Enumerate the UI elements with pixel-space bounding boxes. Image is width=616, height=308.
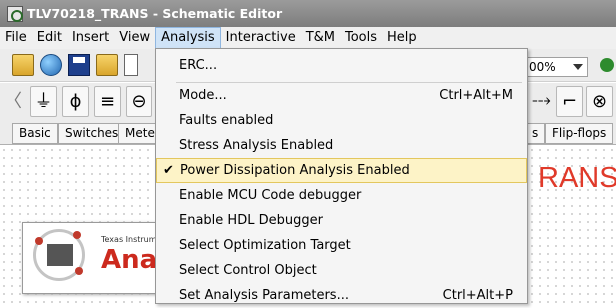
menu-item-erc[interactable]: ERC... — [156, 53, 527, 78]
save-icon[interactable] — [68, 54, 90, 76]
menu-item-hdl-debugger[interactable]: Enable HDL Debugger — [156, 208, 527, 233]
menu-tools[interactable]: Tools — [340, 27, 382, 49]
menu-item-optimization-target[interactable]: Select Optimization Target — [156, 233, 527, 258]
tab-switches[interactable]: Switches — [58, 123, 126, 144]
menu-item-label: Faults enabled — [179, 113, 274, 128]
tab-partial[interactable]: s — [525, 123, 546, 144]
zoom-value: 00% — [529, 60, 556, 74]
tab-basic[interactable]: Basic — [12, 123, 58, 144]
menu-item-faults[interactable]: Faults enabled — [156, 108, 527, 133]
ground-icon[interactable]: ⏚ — [30, 86, 57, 117]
menu-tm[interactable]: T&M — [301, 27, 340, 49]
open-folder-icon[interactable] — [12, 54, 34, 76]
menu-item-power-dissipation[interactable]: ✔ Power Dissipation Analysis Enabled — [156, 158, 527, 183]
menu-item-label: Power Dissipation Analysis Enabled — [180, 163, 410, 178]
menu-item-label: Select Optimization Target — [179, 238, 351, 253]
menu-help[interactable]: Help — [382, 27, 422, 49]
menu-bar: File Edit Insert View Analysis Interacti… — [0, 27, 616, 49]
analysis-menu: ERC... Mode... Ctrl+Alt+M Faults enabled… — [155, 48, 528, 304]
menu-view[interactable]: View — [114, 27, 155, 49]
menu-edit[interactable]: Edit — [32, 27, 67, 49]
tab-flip-flops[interactable]: Flip-flops — [545, 123, 614, 144]
source-icon[interactable]: ⊖ — [126, 86, 152, 117]
new-page-icon[interactable] — [124, 54, 138, 76]
menu-item-label: Enable HDL Debugger — [179, 213, 323, 228]
shortcut-label: Ctrl+Alt+P — [442, 288, 513, 303]
ti-analog-logo: Texas Instrum Anal — [22, 222, 170, 294]
menu-item-control-object[interactable]: Select Control Object — [156, 258, 527, 283]
window-title: TLV70218_TRANS - Schematic Editor — [27, 6, 283, 21]
open-project-icon[interactable] — [96, 54, 118, 76]
logo-company-text: Texas Instrum — [101, 235, 157, 244]
logo-dot — [73, 231, 81, 239]
menu-item-label: Set Analysis Parameters... — [179, 288, 349, 303]
current-source-icon[interactable]: ϕ — [62, 86, 89, 117]
menu-item-stress[interactable]: Stress Analysis Enabled — [156, 133, 527, 158]
simulation-icon[interactable] — [598, 56, 616, 78]
diode-icon[interactable]: ⤏ — [528, 86, 555, 117]
menu-item-label: Mode... — [179, 88, 227, 103]
menu-item-label: Stress Analysis Enabled — [179, 138, 334, 153]
check-icon: ✔ — [163, 163, 174, 178]
shortcut-label: Ctrl+Alt+M — [439, 88, 513, 103]
chip-icon — [47, 244, 73, 266]
schematic-title-text: RANS — [538, 162, 616, 194]
chevron-down-icon — [573, 64, 583, 70]
lamp-icon[interactable]: ⊗ — [586, 86, 613, 117]
menu-item-mode[interactable]: Mode... Ctrl+Alt+M — [156, 83, 527, 108]
chevron-left-icon[interactable]: 〈 — [4, 87, 22, 115]
menu-item-label: ERC... — [179, 58, 218, 73]
zoom-select[interactable]: 00% — [524, 57, 588, 77]
menu-item-label: Select Control Object — [179, 263, 317, 278]
menu-analysis[interactable]: Analysis — [155, 27, 221, 49]
menu-item-mcu-debugger[interactable]: Enable MCU Code debugger — [156, 183, 527, 208]
logo-dot — [35, 237, 43, 245]
logo-dot — [75, 267, 83, 275]
menu-insert[interactable]: Insert — [67, 27, 114, 49]
menu-item-analysis-parameters[interactable]: Set Analysis Parameters... Ctrl+Alt+P — [156, 283, 527, 308]
globe-icon[interactable] — [40, 54, 62, 76]
menu-file[interactable]: File — [0, 27, 32, 49]
app-icon — [7, 5, 23, 22]
title-bar: TLV70218_TRANS - Schematic Editor — [0, 0, 616, 27]
battery-icon[interactable]: ≡ — [94, 86, 121, 117]
switch-icon[interactable]: ⌐ — [556, 86, 583, 117]
menu-item-label: Enable MCU Code debugger — [179, 188, 362, 203]
menu-interactive[interactable]: Interactive — [221, 27, 301, 49]
